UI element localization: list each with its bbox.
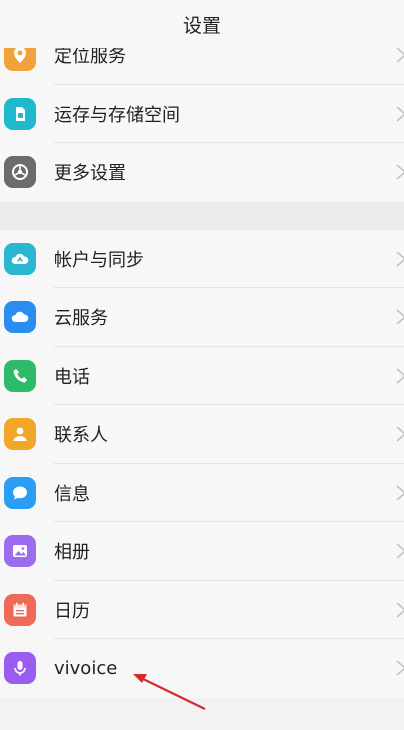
settings-item-more-settings[interactable]: 更多设置 — [0, 143, 404, 202]
settings-item-label: 信息 — [54, 483, 90, 505]
settings-item-label: 日历 — [54, 600, 90, 622]
message-icon — [4, 476, 36, 509]
chevron-right-icon — [394, 307, 404, 327]
settings-item-label: 相册 — [54, 542, 90, 564]
chevron-right-icon — [394, 541, 404, 561]
chevron-right-icon — [394, 600, 404, 620]
settings-item-label: 更多设置 — [54, 163, 126, 185]
chevron-right-icon — [394, 104, 404, 124]
settings-item-label: 帐户与同步 — [54, 249, 144, 271]
settings-item-label: 电话 — [54, 366, 90, 388]
storage-icon — [4, 97, 36, 130]
chevron-right-icon — [394, 483, 404, 503]
calendar-icon — [4, 593, 36, 626]
settings-item-account-sync[interactable]: 帐户与同步 — [0, 230, 404, 288]
annotation-arrow-icon — [133, 674, 206, 710]
settings-item-calendar[interactable]: 日历 — [0, 581, 404, 639]
settings-item-label: vivoice — [54, 657, 118, 679]
settings-item-storage[interactable]: 运存与存储空间 — [0, 85, 404, 143]
settings-item-album[interactable]: 相册 — [0, 522, 404, 581]
contacts-icon — [4, 418, 36, 451]
settings-item-label: 运存与存储空间 — [54, 104, 180, 126]
microphone-icon — [4, 652, 36, 685]
settings-item-messages[interactable]: 信息 — [0, 464, 404, 522]
settings-item-label: 联系人 — [54, 425, 108, 447]
settings-icon — [4, 156, 36, 189]
settings-item-phone[interactable]: 电话 — [0, 347, 404, 405]
cloud-icon — [4, 301, 36, 334]
section-gap — [0, 201, 404, 230]
chevron-right-icon — [394, 658, 404, 678]
album-icon — [4, 535, 36, 568]
account-sync-icon — [4, 242, 36, 275]
phone-icon — [4, 359, 36, 392]
chevron-right-icon — [394, 424, 404, 444]
page-title: 设置 — [182, 14, 221, 37]
chevron-right-icon — [394, 249, 404, 269]
settings-item-label: 云服务 — [54, 308, 108, 330]
settings-item-contacts[interactable]: 联系人 — [0, 405, 404, 464]
chevron-right-icon — [394, 162, 404, 182]
settings-list: 定位服务 运存与存储空间 更多设置 帐户与同步 云服务 电话 联系人 信息 相册… — [0, 26, 404, 698]
settings-item-cloud-service[interactable]: 云服务 — [0, 288, 404, 347]
chevron-right-icon — [394, 366, 404, 386]
chevron-right-icon — [394, 45, 404, 65]
title-bar: 设置 — [0, 0, 404, 48]
settings-group-apps: 帐户与同步 云服务 电话 联系人 信息 相册 日历 vivoice — [0, 229, 404, 698]
settings-group-system: 定位服务 运存与存储空间 更多设置 — [0, 26, 404, 202]
